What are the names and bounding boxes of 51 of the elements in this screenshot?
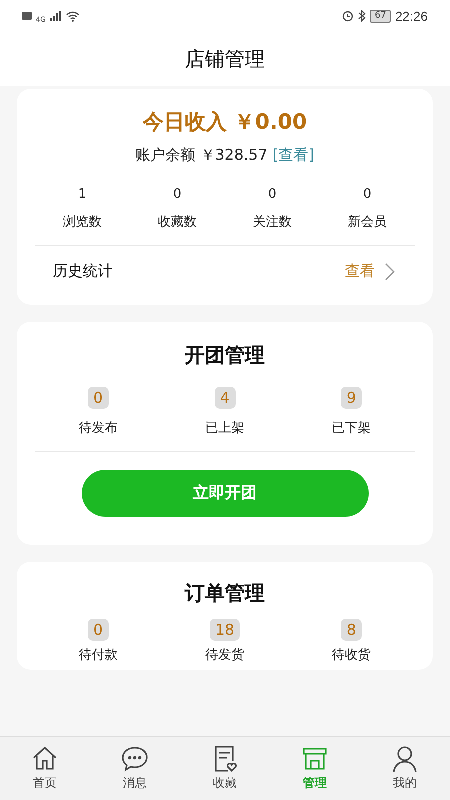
hd-icon [22, 12, 32, 20]
count-item[interactable]: 9 已下架 [288, 387, 416, 437]
count-label: 待收货 [332, 647, 372, 664]
view-balance-link[interactable]: [查看] [272, 146, 314, 165]
count-label: 已上架 [206, 420, 244, 437]
chevron-right-icon [385, 262, 395, 280]
person-icon [391, 745, 419, 773]
history-row[interactable]: 历史统计 查看 [35, 246, 415, 305]
count-badge: 8 [341, 619, 362, 641]
count-item[interactable]: 0 待付款 [35, 619, 162, 664]
history-view-link: 查看 [345, 262, 375, 281]
count-item[interactable]: 0 待发布 [35, 387, 162, 437]
count-label: 已下架 [332, 420, 372, 437]
chat-bubble-icon [121, 745, 149, 773]
tab-item[interactable]: 首页 [0, 737, 90, 800]
stat-label: 收藏数 [158, 214, 197, 231]
signal-icon [50, 11, 62, 21]
tab-item[interactable]: 收藏 [180, 737, 270, 800]
today-income: 今日收入 ￥0.00 [142, 109, 308, 136]
card-title: 开团管理 [185, 342, 265, 369]
page-title: 店铺管理 [185, 46, 265, 72]
count-badge: 4 [214, 387, 236, 409]
alarm-icon [342, 10, 354, 22]
clock-time: 22:26 [395, 8, 428, 24]
balance-text: 账户余额 ￥328.57 [136, 146, 268, 165]
tab-item[interactable]: 我的 [360, 737, 450, 800]
count-badge: 9 [341, 387, 362, 409]
stat-value: 0 [363, 187, 372, 202]
count-label: 待付款 [78, 647, 118, 664]
count-badge: 0 [88, 619, 109, 641]
count-badge: 0 [88, 387, 109, 409]
count-item[interactable]: 18 待发货 [162, 619, 288, 664]
history-label: 历史统计 [53, 262, 113, 281]
home-icon [31, 745, 59, 773]
count-label: 待发布 [78, 420, 118, 437]
stat-label: 新会员 [348, 214, 387, 231]
count-badge: 18 [210, 619, 240, 641]
bluetooth-icon [358, 10, 366, 22]
count-item[interactable]: 4 已上架 [162, 387, 288, 437]
wifi-icon [66, 10, 80, 22]
card-title: 订单管理 [185, 580, 265, 607]
stat-value: 1 [78, 187, 87, 202]
count-label: 待发货 [206, 647, 244, 664]
stat-value: 0 [173, 187, 182, 202]
count-item[interactable]: 8 待收货 [288, 619, 416, 664]
stat-label: 关注数 [253, 214, 292, 231]
battery-icon: 67 [370, 10, 392, 22]
tab-item[interactable]: 消息 [90, 737, 180, 800]
stat-label: 浏览数 [63, 214, 102, 231]
storefront-icon [301, 745, 329, 773]
stat-value: 0 [268, 187, 277, 202]
